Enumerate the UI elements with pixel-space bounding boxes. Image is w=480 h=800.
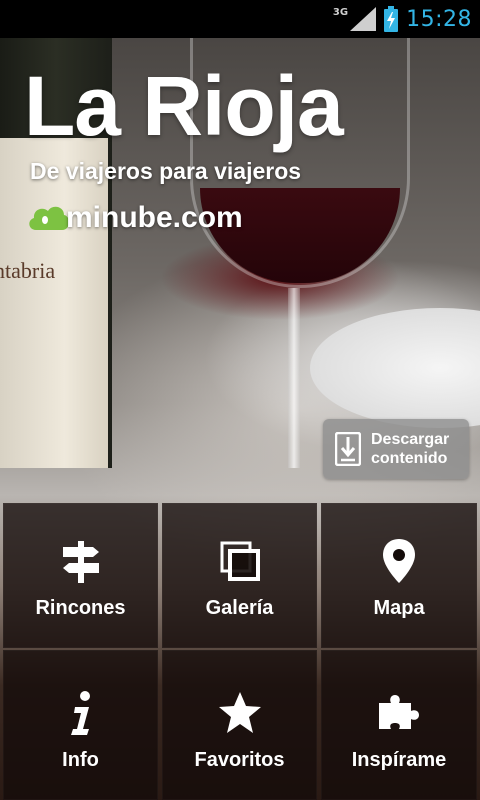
menu-tile-mapa[interactable]: Mapa bbox=[321, 503, 477, 648]
download-content-button[interactable]: Descargar contenido bbox=[323, 419, 469, 479]
bottle-label-text: ntabria bbox=[0, 258, 56, 283]
menu-tile-galeria[interactable]: Galería bbox=[162, 503, 317, 648]
download-content-label: Descargar contenido bbox=[371, 430, 450, 467]
network-type-label: 3G bbox=[332, 7, 349, 18]
menu-tile-favoritos[interactable]: Favoritos bbox=[162, 650, 317, 800]
plate-image bbox=[310, 308, 480, 428]
info-icon bbox=[70, 691, 90, 735]
page-title: La Rioja bbox=[24, 59, 344, 153]
puzzle-icon bbox=[379, 695, 419, 729]
network-indicator: 3G bbox=[332, 7, 377, 31]
glass-stem-image bbox=[288, 288, 300, 468]
menu-tile-label: Favoritos bbox=[194, 749, 285, 771]
bottle-label: ntabria bbox=[0, 138, 108, 468]
map-pin-icon bbox=[383, 539, 415, 583]
menu-tile-label: Inspírame bbox=[351, 749, 447, 771]
menu-tile-info[interactable]: Info bbox=[3, 650, 158, 800]
menu-tile-inspirame[interactable]: Inspírame bbox=[321, 650, 477, 800]
menu-tile-rincones[interactable]: Rincones bbox=[3, 503, 158, 648]
signal-icon bbox=[350, 7, 377, 31]
menu-tile-label: Mapa bbox=[373, 597, 425, 619]
clock: 15:28 bbox=[406, 6, 472, 32]
main-menu-grid: Rincones Galería Mapa Info Favoritos Ins… bbox=[3, 503, 477, 800]
brand-name: minube.com bbox=[66, 201, 243, 234]
battery-charging-icon bbox=[384, 6, 399, 32]
brand-logo: minube.com bbox=[26, 200, 243, 236]
page-subtitle: De viajeros para viajeros bbox=[30, 158, 302, 184]
signpost-icon bbox=[62, 541, 99, 583]
status-bar: 3G 15:28 bbox=[0, 0, 480, 38]
menu-tile-label: Rincones bbox=[35, 597, 126, 619]
menu-tile-label: Galería bbox=[205, 597, 274, 619]
minube-cloud-icon bbox=[29, 206, 70, 230]
star-icon bbox=[218, 692, 261, 733]
gallery-icon bbox=[220, 541, 260, 581]
download-icon bbox=[335, 432, 361, 466]
menu-tile-label: Info bbox=[62, 749, 99, 771]
